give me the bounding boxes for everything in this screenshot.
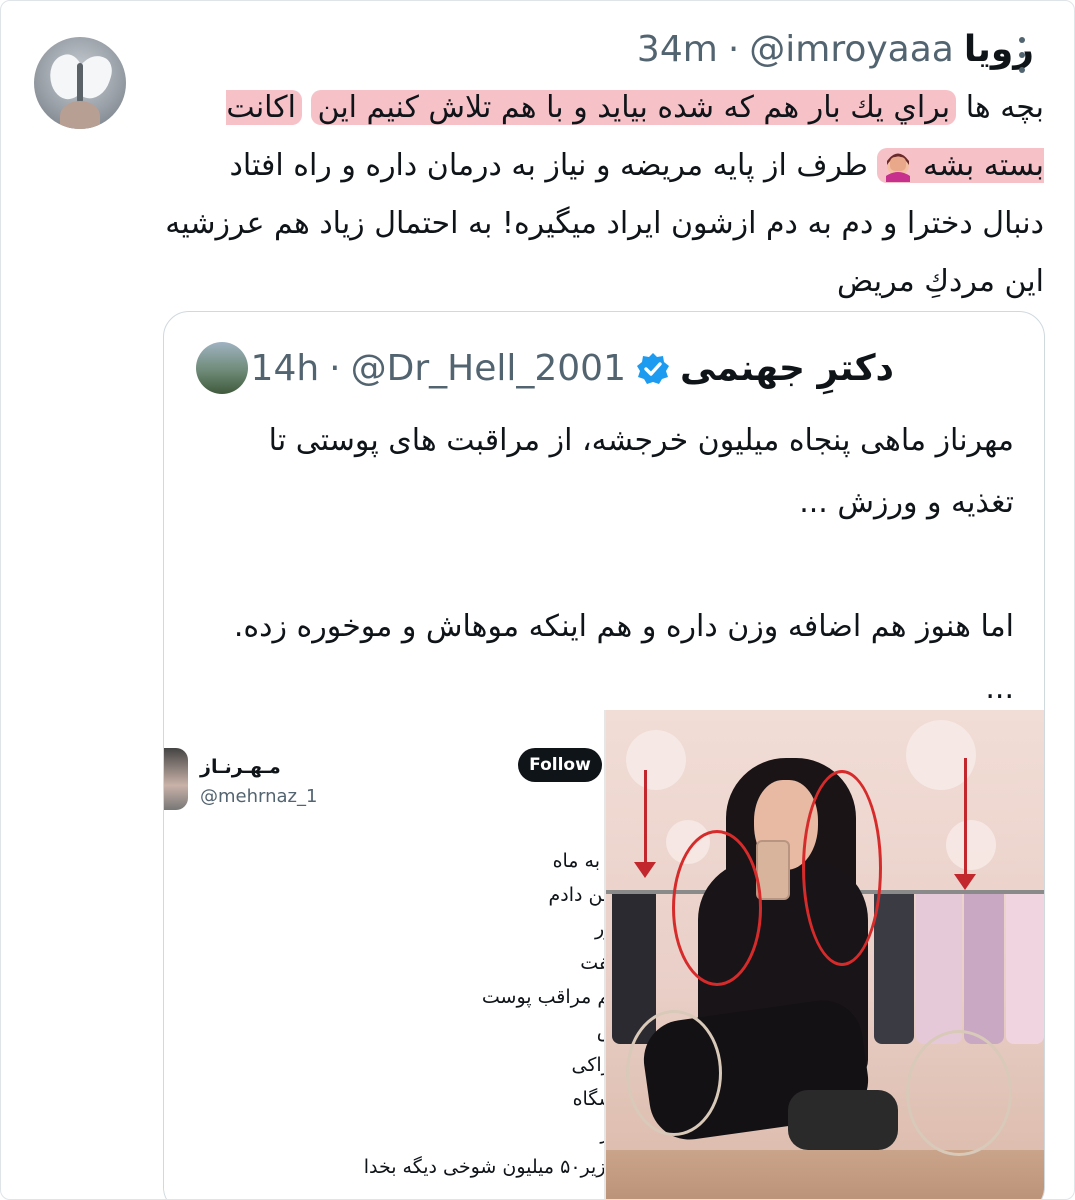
bio-line: اخن دادم	[548, 884, 605, 906]
floor	[606, 1150, 1044, 1199]
hanging-clothes	[874, 894, 914, 1044]
avatar-face	[60, 101, 100, 129]
quoted-header: دکترِ جهنمی @Dr_Hell_2001 · 14h	[251, 348, 894, 389]
bio-line: ن به ماه	[552, 850, 604, 872]
face-palm-emoji-icon	[886, 153, 911, 182]
tweet-card[interactable]: رويا @imroyaaa · 34m بچه ها براي يك بار …	[0, 0, 1075, 1200]
tweet-header: رويا @imroyaaa · 34m	[637, 29, 1034, 70]
tweet-timestamp[interactable]: 34m	[637, 29, 718, 70]
red-circle-annotation	[802, 770, 882, 966]
embedded-avatar	[164, 748, 188, 810]
smartphone	[756, 840, 790, 900]
hanging-clothes	[916, 894, 962, 1044]
tweet-text: بچه ها براي يك بار هم كه شده بيايد و با …	[164, 79, 1044, 311]
embedded-handle: @mehrnaz_1	[200, 786, 318, 807]
embedded-follow-button: Follow	[518, 748, 602, 782]
quoted-tweet[interactable]: دکترِ جهنمی @Dr_Hell_2001 · 14h مهرناز م…	[163, 311, 1045, 1199]
quoted-media[interactable]: مـهـرنـاز @mehrnaz_1 Follow ن به ماه اخن…	[164, 710, 1044, 1199]
bio-line: وراکی	[571, 1054, 604, 1076]
strappy-heel	[906, 1030, 1012, 1156]
profile-screenshot-image[interactable]: مـهـرنـاز @mehrnaz_1 Follow ن به ماه اخن…	[164, 710, 606, 1199]
chair	[788, 1090, 898, 1150]
header-separator: ·	[727, 29, 740, 70]
quoted-text: مهرناز ماهی پنجاه میلیون خرجشه، از مراقب…	[214, 410, 1014, 720]
strappy-heel	[626, 1010, 722, 1136]
red-arrow-annotation	[634, 770, 656, 878]
quoted-author-name[interactable]: دکترِ جهنمی	[680, 348, 894, 389]
bio-line: لیفت	[580, 952, 606, 974]
bio-line: د زیر۵۰ میلیون شوخی دیگه بخدا	[363, 1156, 606, 1178]
bio-line: یزر	[595, 918, 605, 940]
quoted-timestamp[interactable]: 14h	[251, 348, 320, 389]
quoted-author-avatar[interactable]	[196, 342, 248, 394]
quoted-header-separator: ·	[329, 348, 341, 389]
bio-line: س	[180, 1014, 604, 1048]
tweet-text-start: بچه ها	[956, 90, 1044, 125]
bio-line: اشگاه	[572, 1088, 604, 1110]
red-arrow-annotation	[954, 758, 976, 890]
butterfly-body	[77, 63, 83, 103]
embedded-name: مـهـرنـاز	[200, 756, 281, 778]
embedded-bio-lines: ن به ماه اخن دادم یزر لیفت هم مراقب پوست…	[164, 844, 604, 1184]
more-options-icon[interactable]	[1011, 37, 1033, 73]
mirror-selfie-photo[interactable]	[606, 710, 1044, 1199]
red-circle-annotation	[672, 830, 762, 986]
highlighted-text-1: براي يك بار هم كه شده بيايد و با هم تلاش…	[311, 90, 957, 125]
hanging-clothes	[1006, 894, 1044, 1044]
quoted-paragraph-2: اما هنوز هم اضافه وزن داره و هم اینکه مو…	[233, 609, 1014, 706]
bio-line: هم مراقب پوست	[481, 986, 604, 1008]
hanging-clothes	[964, 894, 1004, 1044]
quoted-paragraph-1: مهرناز ماهی پنجاه میلیون خرجشه، از مراقب…	[268, 423, 1014, 520]
bio-line: فر	[180, 1116, 604, 1150]
wallpaper-flower	[946, 820, 996, 870]
author-handle[interactable]: @imroyaaa	[749, 29, 954, 70]
verified-badge-icon	[637, 352, 669, 384]
quoted-author-handle[interactable]: @Dr_Hell_2001	[351, 348, 626, 389]
wallpaper-flower	[626, 730, 686, 790]
author-avatar[interactable]	[34, 37, 126, 129]
